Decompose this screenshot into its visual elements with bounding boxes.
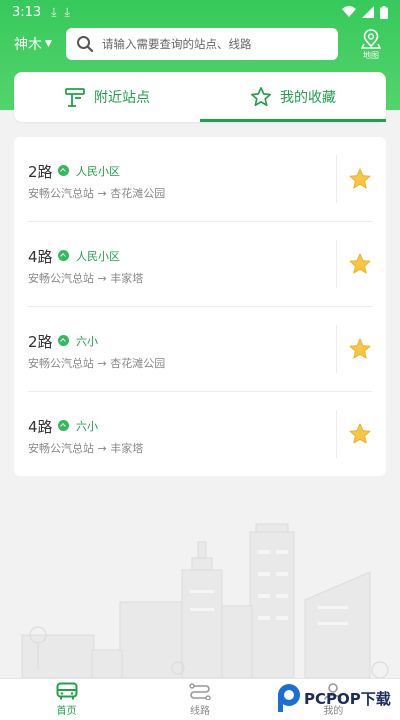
list-item[interactable]: 2路 人民小区 安畅公汽总站 → 杏花滩公园	[14, 137, 386, 222]
divider	[336, 410, 337, 458]
list-item[interactable]: 4路 六小 安畅公汽总站 → 丰家塔	[14, 392, 386, 477]
station-name: 人民小区	[76, 250, 120, 263]
map-pin-icon	[360, 28, 382, 49]
route-path: 安畅公汽总站 → 杏花滩公园	[28, 357, 166, 370]
download-icon: ⤓	[51, 4, 57, 19]
status-bar: 3:13 ⤓ ⤓	[0, 0, 400, 24]
divider	[336, 240, 337, 288]
direction-up-icon	[58, 165, 69, 176]
star-filled-icon[interactable]	[348, 252, 372, 276]
route-from: 安畅公汽总站	[28, 442, 94, 455]
city-skyline-illustration	[21, 523, 389, 678]
direction-up-icon	[58, 420, 69, 431]
map-button[interactable]: 地图	[356, 28, 386, 61]
direction-up-icon	[58, 250, 69, 261]
route-path: 安畅公汽总站 → 杏花滩公园	[28, 187, 166, 200]
chevron-down-icon: ▼	[45, 39, 52, 49]
tab-bar: 附近站点 我的收藏	[14, 72, 386, 122]
header: 神木 ▼ 请输入需要查询的站点、线路 地图	[0, 26, 400, 62]
battery-icon	[380, 5, 388, 19]
route-path: 安畅公汽总站 → 丰家塔	[28, 272, 144, 285]
star-filled-icon[interactable]	[348, 167, 372, 191]
route-number: 4路	[28, 418, 53, 436]
nav-routes-label: 线路	[189, 706, 210, 717]
search-input[interactable]: 请输入需要查询的站点、线路	[66, 28, 338, 60]
route-from: 安畅公汽总站	[28, 272, 94, 285]
tab-nearby-stations[interactable]: 附近站点	[14, 72, 200, 122]
tab-nearby-label: 附近站点	[94, 90, 150, 106]
city-label: 神木	[14, 37, 42, 53]
search-icon	[77, 36, 94, 53]
list-item[interactable]: 2路 六小 安畅公汽总站 → 杏花滩公园	[14, 307, 386, 392]
route-number: 4路	[28, 248, 53, 266]
divider	[336, 155, 337, 203]
route-number: 2路	[28, 163, 53, 181]
status-time: 3:13	[12, 4, 42, 20]
route-to: 丰家塔	[110, 442, 144, 455]
wifi-icon	[342, 6, 356, 17]
route-to: 杏花滩公园	[110, 357, 166, 370]
nav-home-label: 首页	[56, 706, 77, 717]
nav-home[interactable]: 首页	[0, 679, 133, 720]
star-filled-icon[interactable]	[348, 337, 372, 361]
download-icon: ⤓	[64, 4, 70, 19]
tab-favorites-label: 我的收藏	[280, 90, 336, 106]
watermark: PCPOP下载	[276, 683, 391, 713]
list-item[interactable]: 4路 人民小区 安畅公汽总站 → 丰家塔	[14, 222, 386, 307]
route-from: 安畅公汽总站	[28, 357, 94, 370]
signal-icon	[362, 6, 374, 18]
route-path: 安畅公汽总站 → 丰家塔	[28, 442, 144, 455]
nav-routes[interactable]: 线路	[133, 679, 266, 720]
pcpop-logo-icon	[278, 684, 300, 712]
star-outline-icon	[251, 87, 271, 107]
route-to: 杏花滩公园	[110, 187, 166, 200]
map-label: 地图	[363, 50, 379, 60]
watermark-text: PCPOP下载	[304, 689, 391, 708]
station-name: 六小	[76, 420, 98, 433]
route-from: 安畅公汽总站	[28, 187, 94, 200]
route-number: 2路	[28, 333, 53, 351]
bus-icon	[56, 682, 78, 700]
station-name: 人民小区	[76, 165, 120, 178]
star-filled-icon[interactable]	[348, 422, 372, 446]
station-name: 六小	[76, 335, 98, 348]
search-placeholder: 请输入需要查询的站点、线路	[102, 37, 252, 51]
direction-up-icon	[58, 335, 69, 346]
route-icon	[189, 683, 211, 700]
bus-stop-icon	[65, 88, 85, 107]
divider	[336, 325, 337, 373]
city-selector[interactable]: 神木 ▼	[14, 34, 66, 54]
tab-my-favorites[interactable]: 我的收藏	[200, 72, 386, 122]
favorites-list: 2路 人民小区 安畅公汽总站 → 杏花滩公园 4路 人民小区 安畅公汽总站 → …	[14, 137, 386, 476]
route-to: 丰家塔	[110, 272, 144, 285]
